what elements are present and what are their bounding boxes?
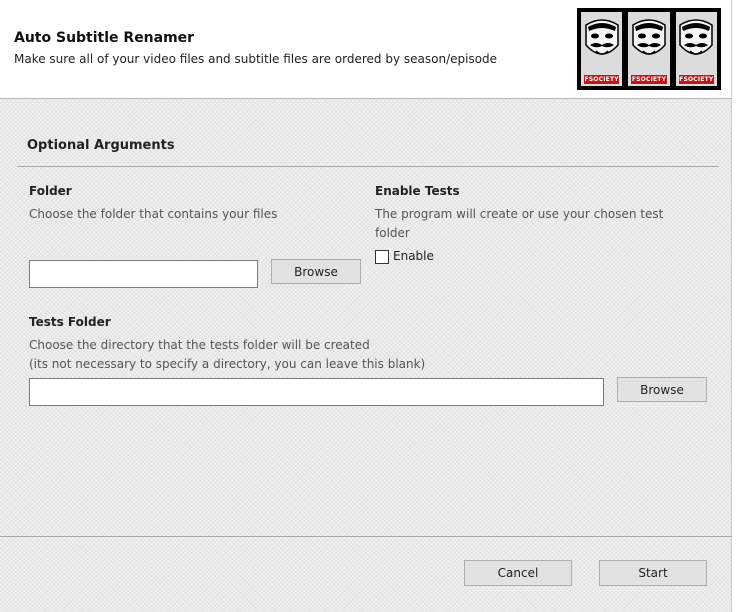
cancel-button[interactable]: Cancel — [464, 560, 572, 586]
section-divider — [17, 166, 719, 167]
folder-label: Folder — [29, 184, 72, 198]
mask-panel: FSOCIETY — [579, 10, 625, 88]
tests-folder-description: (its not necessary to specify a director… — [29, 357, 426, 371]
tests-folder-description: Choose the directory that the tests fold… — [29, 338, 370, 352]
app-subtitle: Make sure all of your video files and su… — [14, 52, 498, 66]
footer-divider — [0, 536, 732, 537]
logo-tag: FSOCIETY — [678, 75, 714, 84]
enable-tests-description: folder — [375, 226, 410, 240]
start-button[interactable]: Start — [599, 560, 707, 586]
tests-folder-label: Tests Folder — [29, 315, 111, 329]
app-title: Auto Subtitle Renamer — [14, 30, 195, 46]
mask-icon — [679, 19, 714, 55]
enable-tests-description: The program will create or use your chos… — [375, 207, 664, 221]
enable-tests-checkbox[interactable] — [375, 250, 389, 264]
mask-icon — [632, 19, 666, 55]
folder-description: Choose the folder that contains your fil… — [29, 207, 278, 221]
tests-folder-browse-button[interactable]: Browse — [617, 377, 707, 402]
folder-browse-button[interactable]: Browse — [271, 259, 361, 284]
mask-icon — [584, 19, 619, 55]
enable-tests-label: Enable Tests — [375, 184, 460, 198]
logo-tag: FSOCIETY — [631, 75, 667, 84]
logo-tag: FSOCIETY — [584, 75, 620, 84]
optional-arguments-title: Optional Arguments — [27, 138, 175, 153]
mask-panel: FSOCIETY — [626, 10, 672, 88]
fsociety-logo: FSOCIETY FSOCIETY FSOCIETY — [577, 8, 721, 90]
mask-panel: FSOCIETY — [673, 10, 719, 88]
header-panel: Auto Subtitle Renamer Make sure all of y… — [0, 0, 732, 99]
tests-folder-input[interactable] — [29, 378, 604, 406]
enable-checkbox-label[interactable]: Enable — [393, 249, 434, 263]
window-edge — [731, 0, 740, 612]
folder-input[interactable] — [29, 260, 258, 288]
